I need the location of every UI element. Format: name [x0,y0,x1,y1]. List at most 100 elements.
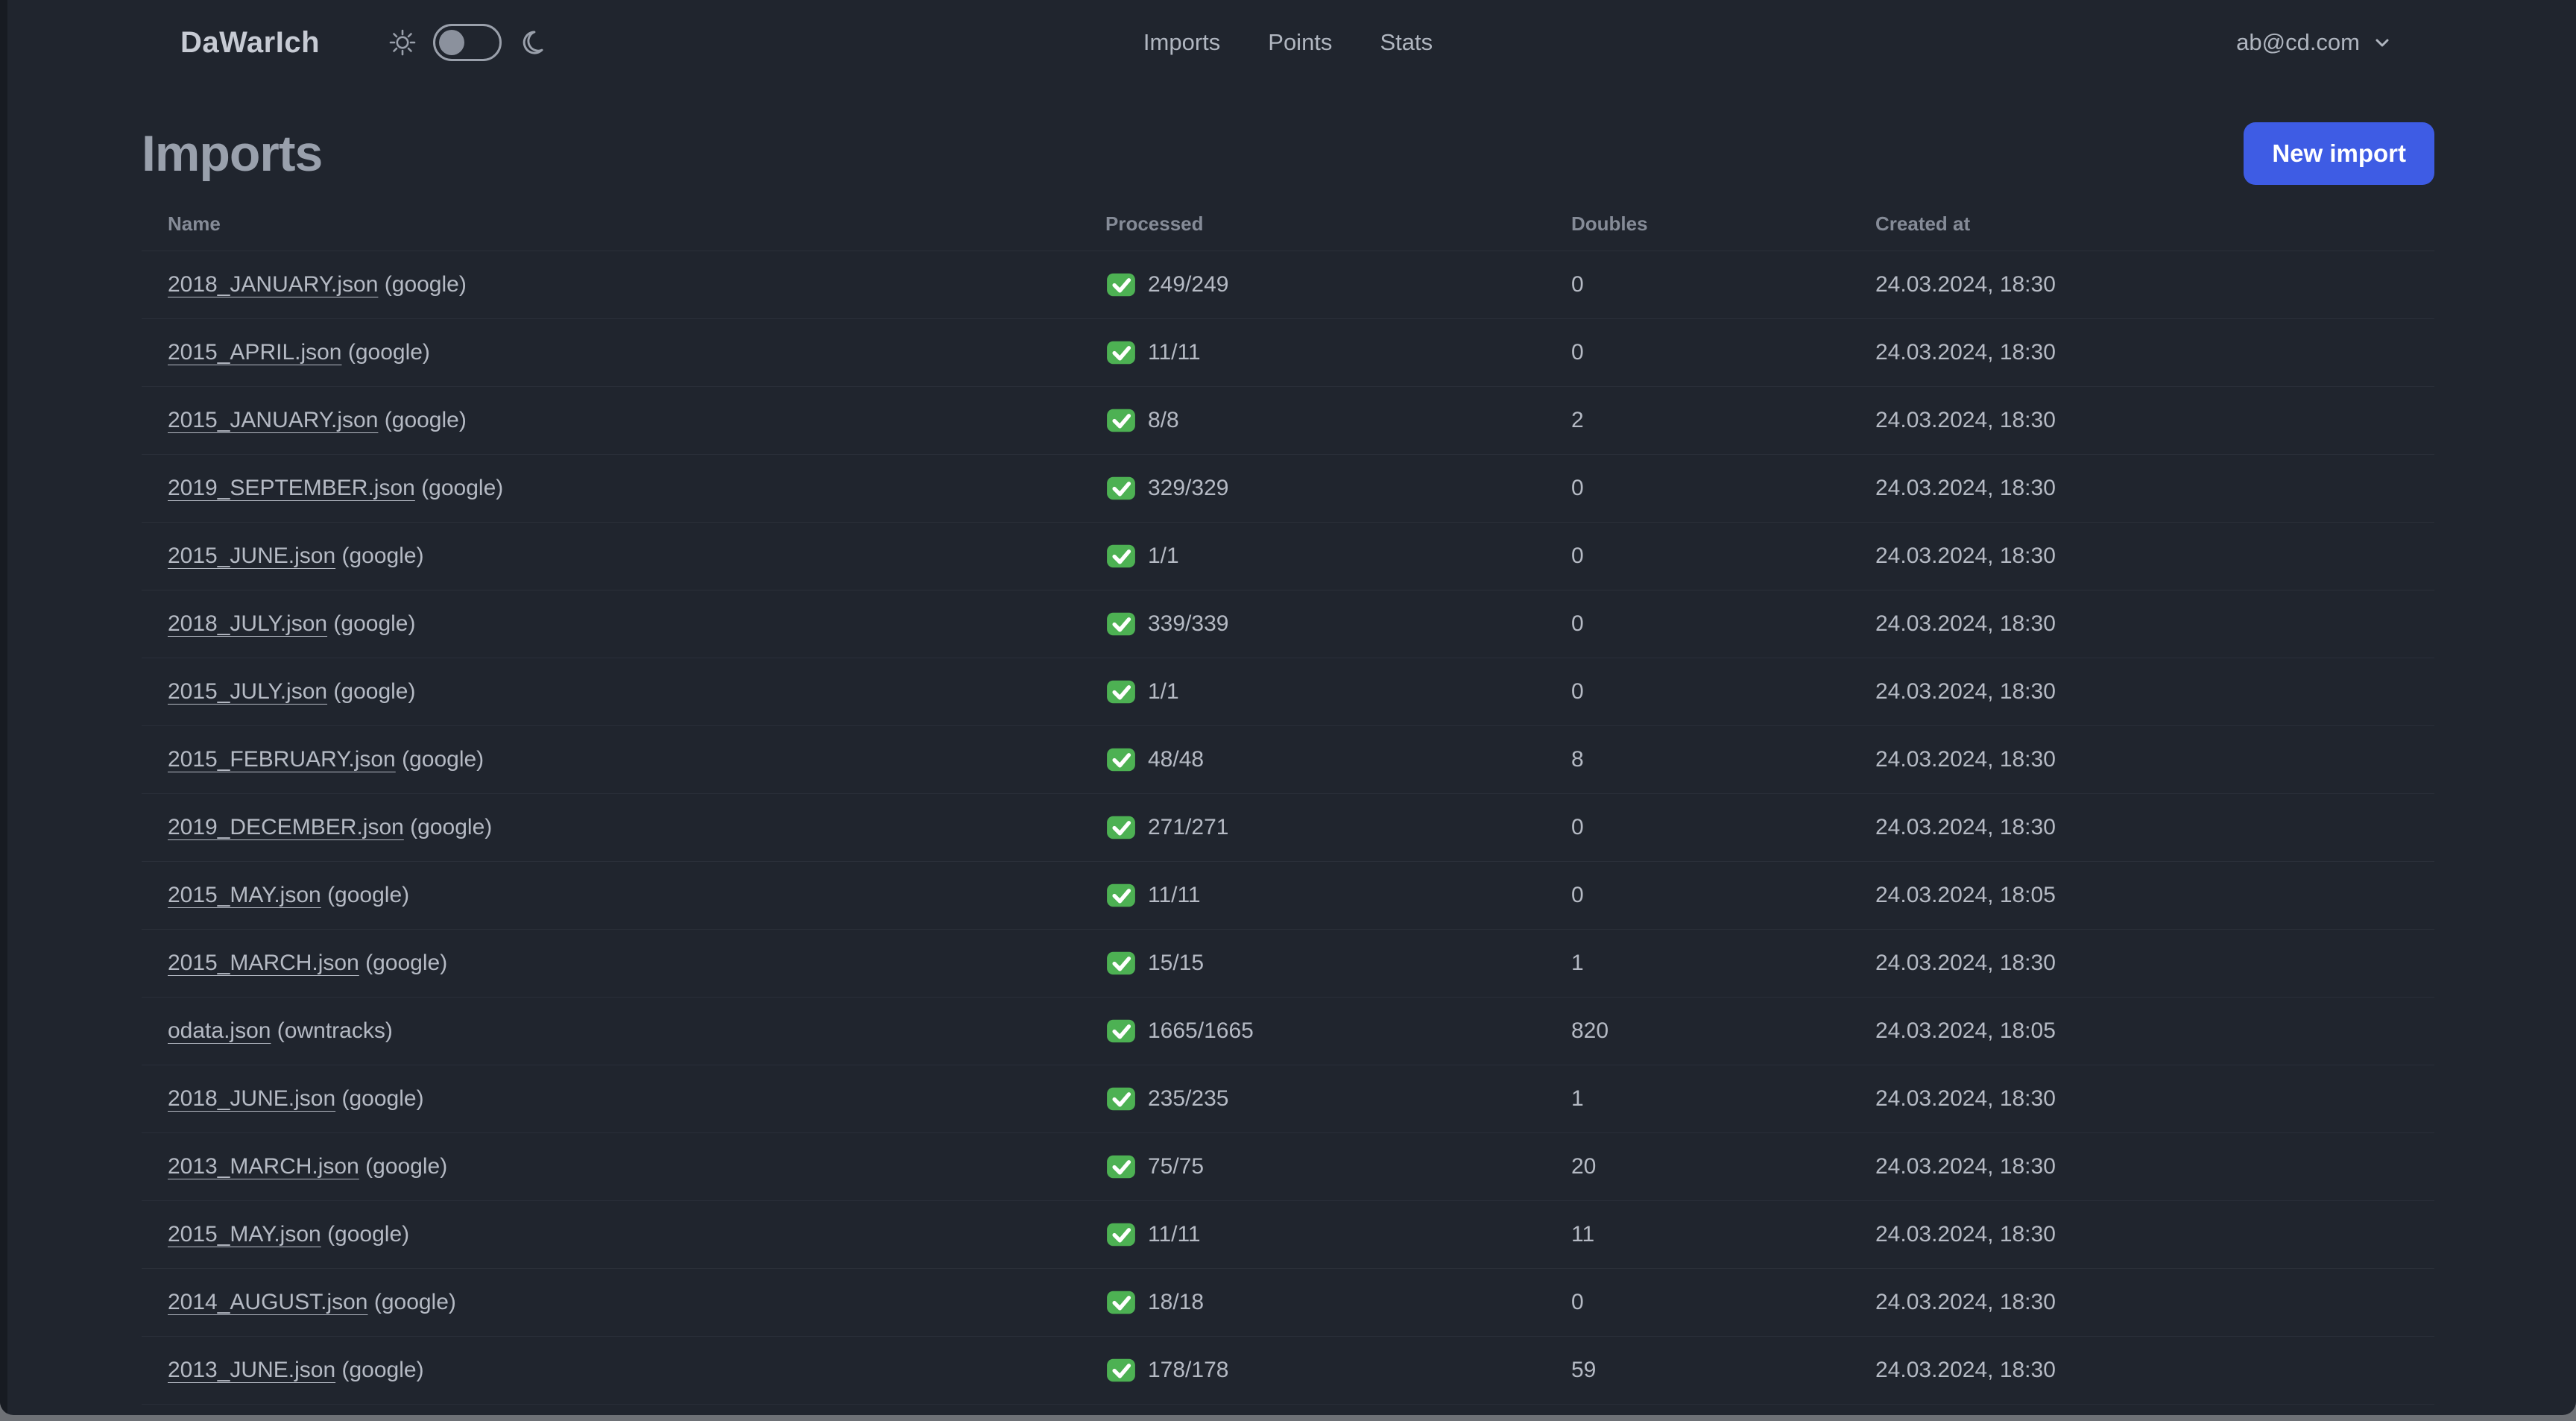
nav-link-stats[interactable]: Stats [1380,29,1433,56]
import-source: (google) [333,679,416,704]
processed-count: 8/8 [1148,408,1179,432]
doubles-cell: 0 [1571,340,1584,365]
processed-count: 1665/1665 [1148,1018,1254,1043]
doubles-cell: 0 [1571,815,1584,839]
doubles-cell: 59 [1571,1358,1597,1382]
name-cell: 2018_JULY.json (google) [168,611,1105,637]
processed-count: 249/249 [1148,272,1229,297]
processed-cell: 8/8 [1105,405,1571,436]
name-cell: 2015_MAY.json (google) [168,1222,1105,1247]
moon-icon [523,31,543,54]
table-row: 2013_MARCH.json (google) 75/75 20 24.03.202… [142,1132,2434,1200]
table-row: 2018_JULY.json (google) 339/339 0 24.03.202… [142,590,2434,658]
import-file-link[interactable]: 2019_SEPTEMBER.json [168,476,415,500]
page-header: Imports New import [142,110,2434,197]
doubles-cell: 0 [1571,883,1584,907]
created-at-cell: 24.03.2024, 18:30 [1875,543,2056,568]
table-row: 2015_MAY.json (google) 11/11 11 24.03.2024,… [142,1200,2434,1268]
processed-cell: 15/15 [1105,948,1571,979]
processed-count: 1/1 [1148,543,1179,568]
import-file-link[interactable]: 2013_JUNE.json [168,1358,335,1382]
import-file-link[interactable]: 2015_FEBRUARY.json [168,747,396,772]
success-check-icon [1107,409,1135,432]
processed-cell: 235/235 [1105,1083,1571,1115]
sun-icon [389,29,416,56]
import-file-link[interactable]: 2015_JANUARY.json [168,408,378,432]
import-source: (google) [384,408,467,432]
processed-cell: 11/11 [1105,880,1571,911]
import-file-link[interactable]: 2015_MAY.json [168,883,321,907]
table-row-partial [142,1404,2434,1415]
processed-cell: 339/339 [1105,608,1571,640]
import-source: (google) [365,951,448,975]
doubles-cell: 8 [1571,747,1584,772]
import-file-link[interactable]: odata.json [168,1018,271,1043]
processed-count: 75/75 [1148,1154,1205,1179]
doubles-cell: 0 [1571,476,1584,500]
success-check-icon [1107,1223,1135,1247]
success-check-icon [1107,816,1135,839]
doubles-cell: 820 [1571,1018,1609,1043]
column-header-doubles: Doubles [1571,212,1648,235]
import-file-link[interactable]: 2013_MARCH.json [168,1154,359,1179]
table-row: 2015_JUNE.json (google) 1/1 0 24.03.2024, 1… [142,522,2434,590]
name-cell: 2013_MARCH.json (google) [168,1154,1105,1179]
doubles-cell: 0 [1571,1290,1584,1314]
import-file-link[interactable]: 2019_DECEMBER.json [168,815,404,839]
processed-cell: 249/249 [1105,269,1571,300]
processed-count: 11/11 [1148,1222,1201,1247]
import-file-link[interactable]: 2015_MARCH.json [168,951,359,975]
processed-count: 1/1 [1148,679,1179,704]
doubles-cell: 0 [1571,679,1584,704]
theme-toggle-switch[interactable] [433,24,502,61]
import-file-link[interactable]: 2015_JULY.json [168,679,327,704]
processed-cell: 11/11 [1105,1219,1571,1250]
nav-link-imports[interactable]: Imports [1143,29,1220,56]
doubles-cell: 0 [1571,543,1584,568]
account-menu[interactable]: ab@cd.com [2236,29,2393,56]
import-source: (google) [421,476,504,500]
nav-link-points[interactable]: Points [1268,29,1332,56]
doubles-cell: 20 [1571,1154,1597,1179]
created-at-cell: 24.03.2024, 18:05 [1875,883,2056,907]
table-row: odata.json (owntracks) 1665/1665 820 24.03.… [142,997,2434,1065]
name-cell: 2015_MARCH.json (google) [168,951,1105,976]
processed-cell: 11/11 [1105,337,1571,368]
import-source: (google) [327,883,410,907]
table-row: 2015_FEBRUARY.json (google) 48/48 8 24.03.2… [142,725,2434,793]
created-at-cell: 24.03.2024, 18:30 [1875,1222,2056,1247]
import-file-link[interactable]: 2018_JANUARY.json [168,272,378,297]
doubles-cell: 1 [1571,951,1584,975]
processed-cell: 329/329 [1105,473,1571,504]
processed-count: 178/178 [1148,1358,1229,1382]
success-check-icon [1107,476,1135,500]
import-file-link[interactable]: 2018_JULY.json [168,611,327,636]
name-cell: 2018_JUNE.json (google) [168,1086,1105,1112]
column-header-created-at: Created at [1875,212,1971,235]
created-at-cell: 24.03.2024, 18:30 [1875,747,2056,772]
success-check-icon [1107,680,1135,704]
processed-count: 15/15 [1148,951,1205,975]
import-source: (google) [373,1290,456,1314]
import-file-link[interactable]: 2014_AUGUST.json [168,1290,367,1314]
import-file-link[interactable]: 2015_JUNE.json [168,543,335,568]
success-check-icon [1107,1291,1135,1314]
import-file-link[interactable]: 2015_APRIL.json [168,340,342,365]
created-at-cell: 24.03.2024, 18:30 [1875,340,2056,365]
window-bottom-edge [0,1415,2576,1421]
new-import-button[interactable]: New import [2244,122,2434,185]
processed-count: 18/18 [1148,1290,1205,1314]
import-file-link[interactable]: 2018_JUNE.json [168,1086,335,1111]
name-cell: 2015_JUNE.json (google) [168,543,1105,569]
table-row: 2015_APRIL.json (google) 11/11 0 24.03.2024… [142,318,2434,386]
import-file-link[interactable]: 2015_MAY.json [168,1222,321,1247]
success-check-icon [1107,1019,1135,1043]
table-row: 2015_MAY.json (google) 11/11 0 24.03.2024, … [142,861,2434,929]
table-body: 2018_JANUARY.json (google) 249/249 0 24.03.… [142,251,2434,1415]
app-logo[interactable]: DaWarIch [180,26,320,60]
processed-cell: 1/1 [1105,676,1571,708]
created-at-cell: 24.03.2024, 18:30 [1875,1358,2056,1382]
created-at-cell: 24.03.2024, 18:05 [1875,1018,2056,1043]
doubles-cell: 1 [1571,1086,1584,1111]
success-check-icon [1107,748,1135,772]
